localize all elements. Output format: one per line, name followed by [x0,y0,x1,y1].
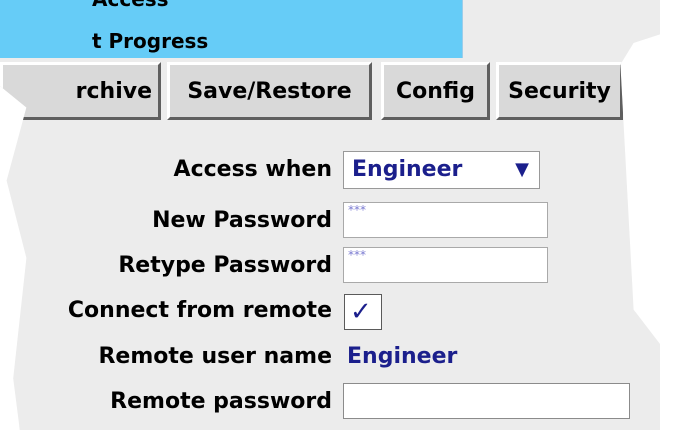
new-password-label: New Password [152,208,332,233]
tab-bar: rchive Save/Restore Config Security Ne [0,62,660,125]
status-line-1: Access [92,0,169,9]
remote-user-name-row: Remote user name Engineer [0,338,660,380]
access-when-row: Access when Engineer ▼ [0,151,660,193]
connect-remote-row: Connect from remote ✓ [0,292,660,334]
access-when-value: Engineer [352,157,463,182]
triangle-down-icon: ▼ [515,159,529,180]
connect-remote-checkbox[interactable]: ✓ [344,294,382,330]
tab-archive[interactable]: rchive [0,62,161,120]
tab-next-partial[interactable]: Ne [626,62,660,120]
new-password-field[interactable]: *** [343,202,548,238]
status-strip: Access t Progress [0,0,463,58]
access-when-select[interactable]: Engineer ▼ [343,151,540,189]
retype-password-field[interactable]: *** [343,247,548,283]
remote-password-field[interactable] [343,383,630,419]
remote-password-label: Remote password [110,389,332,414]
remote-user-name-value[interactable]: Engineer [347,338,457,376]
bottom-edge [0,426,660,430]
tab-config[interactable]: Config [381,62,490,120]
connect-remote-label: Connect from remote [67,298,332,323]
security-settings-panel: Access t Progress rchive Save/Restore Co… [0,0,660,430]
remote-user-name-label: Remote user name [98,344,332,369]
check-icon: ✓ [350,297,372,327]
access-when-label: Access when [173,157,332,182]
tab-security[interactable]: Security [496,62,623,120]
tab-save-restore[interactable]: Save/Restore [167,62,372,120]
retype-password-row: Retype Password *** [0,247,660,289]
remote-password-row: Remote password [0,383,660,425]
status-line-2: t Progress [92,29,209,53]
retype-password-label: Retype Password [118,253,332,278]
new-password-row: New Password *** [0,202,660,244]
screenshot-viewport: Access t Progress rchive Save/Restore Co… [0,0,688,430]
